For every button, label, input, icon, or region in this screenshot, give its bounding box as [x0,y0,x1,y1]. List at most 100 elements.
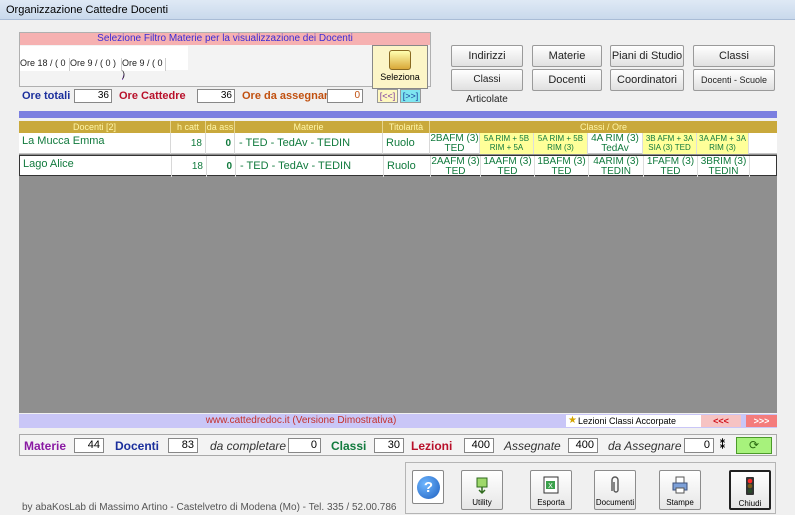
teacher-name: La Mucca Emma [19,133,171,154]
subjects: - TED - TedAv - TEDIN [235,133,383,154]
class-cell[interactable]: 1FAFM (3) TED [644,156,698,177]
filter-tab-hours: Ore 9 / ( 0 ) [122,58,166,79]
ore-totali-label: Ore totali [22,90,71,102]
hours-cattedra: 18 [171,133,206,154]
hours-to-assign: 0 [206,133,235,154]
next-page-button[interactable]: >>> [746,415,777,427]
classi-articolate-button[interactable]: Classi Articolate [451,69,523,105]
utility-button[interactable]: Utility [461,470,503,510]
materie-count-label: Materie [24,439,67,453]
da-completare-label: da completare [210,439,287,453]
classi-count-label: Classi [331,439,367,453]
classi-button[interactable]: Classi [693,45,775,67]
class-cell[interactable]: 1BAFM (3) TED [535,156,589,177]
paperclip-icon [611,476,619,493]
esporta-label: Esporta [537,498,565,507]
col-materie[interactable]: Materie [235,121,383,133]
filter-nav: [<<] [>>] [377,89,423,103]
excel-export-icon: X [543,476,559,494]
printer-icon [672,476,688,494]
seleziona-button[interactable]: Seleziona [372,45,428,89]
class-cell[interactable]: 2AAFM (3) TED [431,156,481,177]
legend-label: Lezioni Classi Accorpate [578,416,677,426]
class-cell-merged[interactable]: 5A RIM + 5B RIM (3) [534,133,588,154]
traffic-light-icon [746,477,754,495]
col-titolarita[interactable]: Titolarità [383,121,430,133]
coordinatori-button[interactable]: Coordinatori [610,69,684,91]
stampe-label: Stampe [666,498,694,507]
help-button[interactable]: ? [412,470,444,504]
piani-di-studio-button[interactable]: Piani di Studio [610,45,684,67]
bottom-toolbar: Utility X Esporta Documenti Stampe Chiud… [405,462,776,514]
class-cell-merged[interactable]: 5A RIM + 5B RIM + 5A [480,133,534,154]
chiudi-label: Chiudi [738,499,762,508]
prev-page-button[interactable]: <<< [701,415,741,427]
col-docenti[interactable]: Docenti [2] [19,121,171,133]
stampe-button[interactable]: Stampe [659,470,701,510]
class-cell[interactable]: 3BRIM (3) TEDIN [698,156,750,177]
teacher-name: Lago Alice [20,156,172,177]
materie-count: 44 [74,438,104,453]
documenti-button[interactable]: Documenti [594,470,636,510]
class-cell-merged[interactable]: 3B AFM + 3A SIA (3) TED [643,133,697,154]
class-cell[interactable]: 2BAFM (3) TED [430,133,480,154]
indirizzi-button[interactable]: Indirizzi [451,45,523,67]
docenti-scuole-button[interactable]: Docenti - Scuole [693,69,775,91]
refresh-button[interactable]: ⟳ [736,437,772,454]
col-h-catt[interactable]: h catt [171,121,206,133]
seleziona-label: Seleziona [380,72,420,82]
subject-filter-tabs: TEDESCO I TEDESCO I TEDESCO / Ore 18 / (… [20,46,188,82]
col-da-ass[interactable]: da ass [206,121,235,133]
col-classi-ore[interactable]: Classi / Ore [430,121,777,133]
filter-next-button[interactable]: [>>] [400,89,421,103]
da-completare-count: 0 [288,438,321,453]
class-cell[interactable]: 4ARIM (3) TEDIN [589,156,644,177]
class-cell[interactable]: 1AAFM (3) TED [481,156,535,177]
filter-tab-hours: Ore 9 / ( 0 ) [70,58,122,69]
merged-lessons-legend: ★ Lezioni Classi Accorpate [566,415,701,427]
grid-header: Docenti [2] h catt da ass Materie Titola… [19,121,777,133]
title-bar: Organizzazione Cattedre Docenti [0,0,795,20]
filter-tab-hours: Ore 18 / ( 0 [20,58,70,69]
hours-to-assign: 0 [207,156,236,177]
assegnate-label: Assegnate [504,439,561,453]
filter-panel: Selezione Filtro Materie per la visualiz… [19,32,431,87]
assegnate-count: 400 [568,438,598,453]
separator-bar [19,111,777,118]
documenti-label: Documenti [595,498,635,507]
tenure: Ruolo [384,156,431,177]
credits-text: by abaKosLab di Massimo Artino - Castelv… [22,502,397,513]
class-cell-merged[interactable]: 3A AFM + 3A RIM (3) [697,133,749,154]
chiudi-button[interactable]: Chiudi [729,470,771,510]
class-cell[interactable]: 4A RIM (3) TedAv [588,133,643,154]
table-row[interactable]: La Mucca Emma 18 0 - TED - TedAv - TEDIN… [19,133,777,154]
classi-count: 30 [374,438,404,453]
filter-title: Selezione Filtro Materie per la visualiz… [20,33,430,45]
hours-cattedra: 18 [172,156,207,177]
utility-label: Utility [472,498,492,507]
filter-prev-button[interactable]: [<<] [377,89,398,103]
website-link[interactable]: www.cattedredoc.it (Versione Dimostrativ… [191,415,411,426]
materie-button[interactable]: Materie [532,45,602,67]
ore-da-assegnare-field[interactable]: 0 [327,89,363,103]
ore-totali-field[interactable]: 36 [74,89,112,103]
ore-cattedre-label: Ore Cattedre [119,90,186,102]
lezioni-count-label: Lezioni [411,439,453,453]
lezioni-count: 400 [464,438,494,453]
ore-da-assegnare-label: Ore da assegnare [242,90,335,102]
filter-select-icon [389,50,411,70]
window-title: Organizzazione Cattedre Docenti [6,4,169,16]
table-row[interactable]: Lago Alice 18 0 - TED - TedAv - TEDIN Ru… [19,155,777,177]
svg-text:X: X [548,483,553,490]
da-assegnare-label: da Assegnare [608,439,682,453]
teachers-grid: Docenti [2] h catt da ass Materie Titola… [19,121,777,413]
ore-cattedre-field[interactable]: 36 [197,89,235,103]
stats-bar: Materie 44 Docenti 83 da completare 0 Cl… [19,434,777,456]
subjects: - TED - TedAv - TEDIN [236,156,384,177]
docenti-count-label: Docenti [115,439,160,453]
info-marker-icon: ⁑ [720,440,725,451]
esporta-button[interactable]: X Esporta [530,470,572,510]
help-icon: ? [417,476,440,499]
docenti-button[interactable]: Docenti [532,69,602,91]
info-bar: www.cattedredoc.it (Versione Dimostrativ… [19,414,777,428]
